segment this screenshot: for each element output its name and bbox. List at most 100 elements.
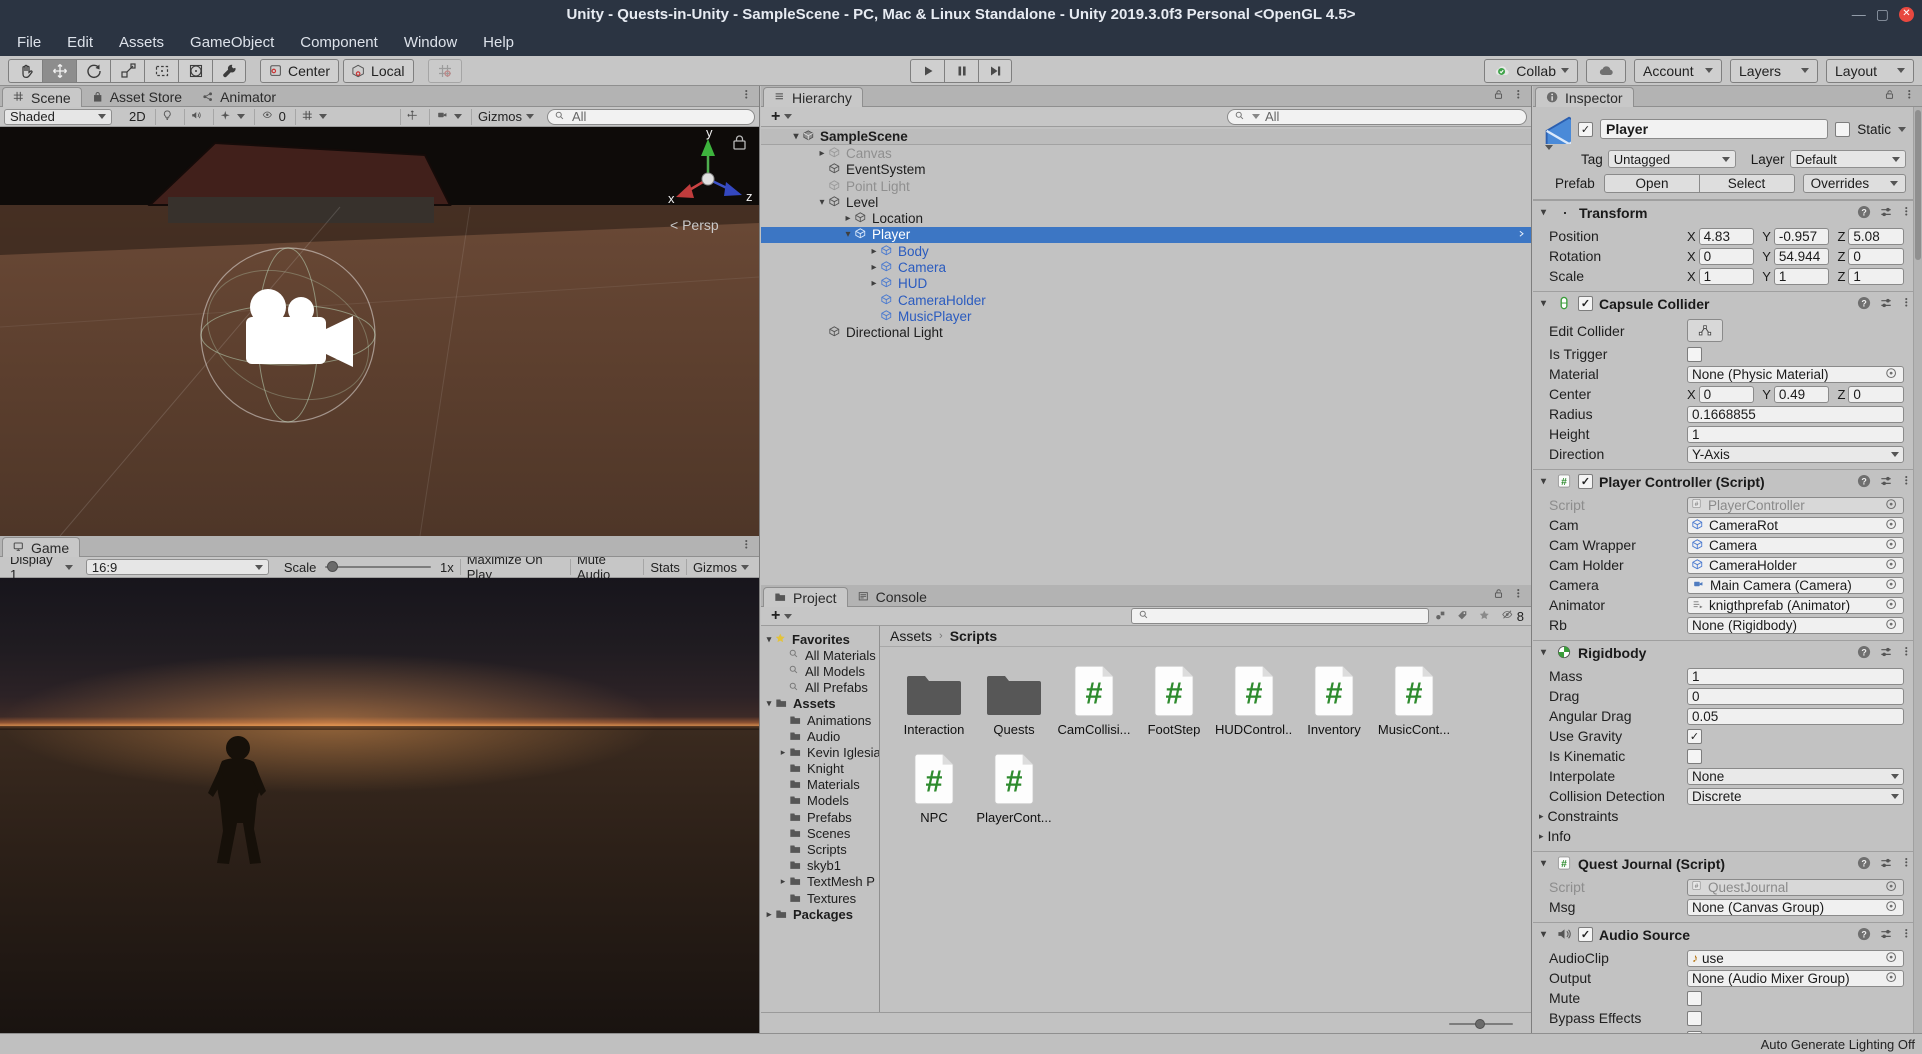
asset-interaction[interactable]: Interaction — [894, 659, 974, 737]
minimize-button[interactable]: — — [1852, 7, 1866, 21]
prefab-select-button[interactable]: Select — [1700, 174, 1795, 193]
foldout-arrow-icon[interactable]: ▾ — [763, 698, 775, 709]
script-object-field[interactable]: #QuestJournal — [1687, 879, 1904, 896]
tool-custom-button[interactable] — [212, 59, 246, 83]
scene-panel-menu-icon[interactable] — [741, 89, 754, 102]
stats-button[interactable]: Stats — [643, 559, 686, 575]
menu-edit[interactable]: Edit — [54, 28, 106, 56]
component-enabled-checkbox[interactable]: ✓ — [1578, 927, 1593, 942]
project-search-input[interactable] — [1131, 608, 1429, 624]
search-by-label-button[interactable] — [1454, 610, 1473, 623]
hierarchy-item-location[interactable]: ▸Location — [761, 210, 1531, 226]
search-by-type-button[interactable] — [1432, 610, 1451, 623]
prefab-overrides-dropdown[interactable]: Overrides — [1803, 174, 1906, 193]
preset-icon[interactable] — [1879, 927, 1894, 942]
asset-footstep[interactable]: #FootStep — [1134, 659, 1214, 737]
object-picker-icon[interactable] — [1885, 538, 1899, 552]
project-tree-textmesh-p[interactable]: ▸TextMesh P — [761, 874, 879, 890]
foldout-arrow-icon[interactable]: ▸ — [763, 909, 775, 920]
lighting-status[interactable]: Auto Generate Lighting Off — [1761, 1037, 1915, 1052]
component-header-audio-source[interactable]: ▾ ✓ Audio Source ? — [1533, 922, 1922, 946]
foldout-arrow-icon[interactable]: ▾ — [841, 229, 855, 240]
collab-button[interactable]: Collab — [1484, 59, 1578, 83]
game-panel-menu-icon[interactable] — [741, 539, 754, 552]
menu-help[interactable]: Help — [470, 28, 527, 56]
prefab-open-chevron-icon[interactable] — [1518, 229, 1528, 241]
rotation-x-field[interactable]: 0 — [1699, 248, 1755, 265]
preset-icon[interactable] — [1879, 856, 1894, 871]
object-picker-icon[interactable] — [1885, 367, 1899, 381]
preset-icon[interactable] — [1879, 474, 1894, 489]
hierarchy-item-directional-light[interactable]: Directional Light — [761, 325, 1531, 341]
breadcrumb-scripts[interactable]: Scripts — [950, 628, 997, 644]
preset-icon[interactable] — [1879, 645, 1894, 660]
tab-console[interactable]: Console — [848, 587, 937, 607]
object-picker-icon[interactable] — [1885, 578, 1899, 592]
lock-icon[interactable] — [1884, 89, 1897, 102]
component-header-player-controller-script[interactable]: ▾ # ✓ Player Controller (Script) ? — [1533, 469, 1922, 493]
tool-rotate-button[interactable] — [76, 59, 110, 83]
game-viewport[interactable] — [0, 578, 759, 1033]
help-icon[interactable]: ? — [1857, 205, 1872, 220]
row-info[interactable]: ▸Info — [1533, 826, 1922, 846]
asset-camcollisi[interactable]: #CamCollisi... — [1054, 659, 1134, 737]
help-icon[interactable]: ? — [1857, 474, 1872, 489]
project-tree-models[interactable]: Models — [761, 793, 879, 809]
asset-hudcontrol[interactable]: #HUDControl... — [1214, 659, 1294, 737]
foldout-arrow-icon[interactable]: ▸ — [867, 262, 881, 273]
mass-field[interactable]: 1 — [1687, 668, 1904, 685]
scene-audio-toggle[interactable] — [184, 109, 210, 125]
center-z-field[interactable]: 0 — [1848, 386, 1904, 403]
project-tree-all-models[interactable]: All Models — [761, 663, 879, 679]
scene-camera-dropdown[interactable] — [429, 109, 468, 125]
angular-drag-field[interactable]: 0.05 — [1687, 708, 1904, 725]
account-dropdown[interactable]: Account — [1634, 59, 1722, 83]
help-icon[interactable]: ? — [1857, 927, 1872, 942]
cam-wrapper-object-field[interactable]: Camera — [1687, 537, 1904, 554]
scene-tool-settings-icon[interactable] — [400, 109, 426, 125]
position-z-field[interactable]: 5.08 — [1848, 228, 1904, 245]
tool-hand-button[interactable] — [8, 59, 42, 83]
hierarchy-item-samplescene[interactable]: ▾SampleScene — [761, 129, 1531, 145]
play-button[interactable] — [910, 59, 944, 83]
position-y-field[interactable]: -0.957 — [1774, 228, 1830, 245]
tag-dropdown[interactable]: Untagged — [1608, 150, 1736, 168]
maximize-on-play-button[interactable]: Maximize On Play — [460, 559, 570, 575]
maximize-button[interactable]: ▢ — [1876, 7, 1889, 21]
hierarchy-item-canvas[interactable]: ▸Canvas — [761, 145, 1531, 161]
pivot-mode-button[interactable]: Center — [260, 59, 339, 83]
component-header-quest-journal-script[interactable]: ▾ # Quest Journal (Script) ? — [1533, 851, 1922, 875]
prefab-open-button[interactable]: Open — [1604, 174, 1699, 193]
component-enabled-checkbox[interactable]: ✓ — [1578, 474, 1593, 489]
menu-assets[interactable]: Assets — [106, 28, 177, 56]
project-tree-materials[interactable]: Materials — [761, 777, 879, 793]
scene-grid-dropdown[interactable] — [295, 109, 333, 125]
object-picker-icon[interactable] — [1885, 558, 1899, 572]
tab-inspector[interactable]: Inspector — [1535, 87, 1634, 107]
help-icon[interactable]: ? — [1857, 296, 1872, 311]
mute-checkbox[interactable] — [1687, 991, 1702, 1006]
foldout-arrow-icon[interactable]: ▸ — [815, 148, 829, 159]
project-tree-all-materials[interactable]: All Materials — [761, 647, 879, 663]
component-header-transform[interactable]: ▾ Transform ? — [1533, 200, 1922, 224]
rotation-y-field[interactable]: 54.944 — [1774, 248, 1830, 265]
layers-dropdown[interactable]: Layers — [1730, 59, 1818, 83]
foldout-arrow-icon[interactable]: ▾ — [763, 634, 775, 645]
object-picker-icon[interactable] — [1885, 618, 1899, 632]
row-constraints[interactable]: ▸Constraints — [1533, 806, 1922, 826]
project-tree-textures[interactable]: Textures — [761, 890, 879, 906]
scale-z-field[interactable]: 1 — [1848, 268, 1904, 285]
hierarchy-item-camera[interactable]: ▸Camera — [761, 259, 1531, 275]
asset-playercont[interactable]: #PlayerCont... — [974, 747, 1054, 825]
object-picker-icon[interactable] — [1885, 880, 1899, 894]
asset-musiccont[interactable]: #MusicCont... — [1374, 659, 1454, 737]
scene-search-input[interactable]: All — [547, 109, 755, 125]
foldout-arrow-icon[interactable]: ▾ — [1541, 858, 1551, 869]
hierarchy-search-input[interactable]: All — [1227, 109, 1527, 125]
breadcrumb-assets[interactable]: Assets — [890, 628, 932, 644]
scene-visibility-toggle[interactable]: 0 — [254, 109, 292, 125]
foldout-arrow-icon[interactable]: ▾ — [1541, 929, 1551, 940]
menu-window[interactable]: Window — [391, 28, 470, 56]
asset-quests[interactable]: Quests — [974, 659, 1054, 737]
inspector-panel-menu-icon[interactable] — [1904, 89, 1917, 102]
